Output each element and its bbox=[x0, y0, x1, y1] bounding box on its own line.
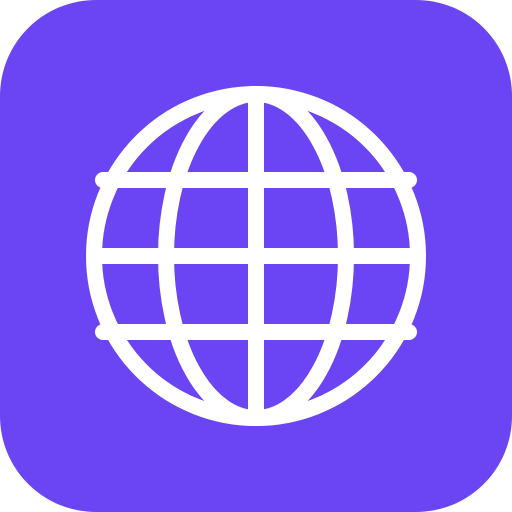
globe-icon bbox=[86, 86, 426, 426]
app-icon[interactable] bbox=[0, 0, 512, 512]
